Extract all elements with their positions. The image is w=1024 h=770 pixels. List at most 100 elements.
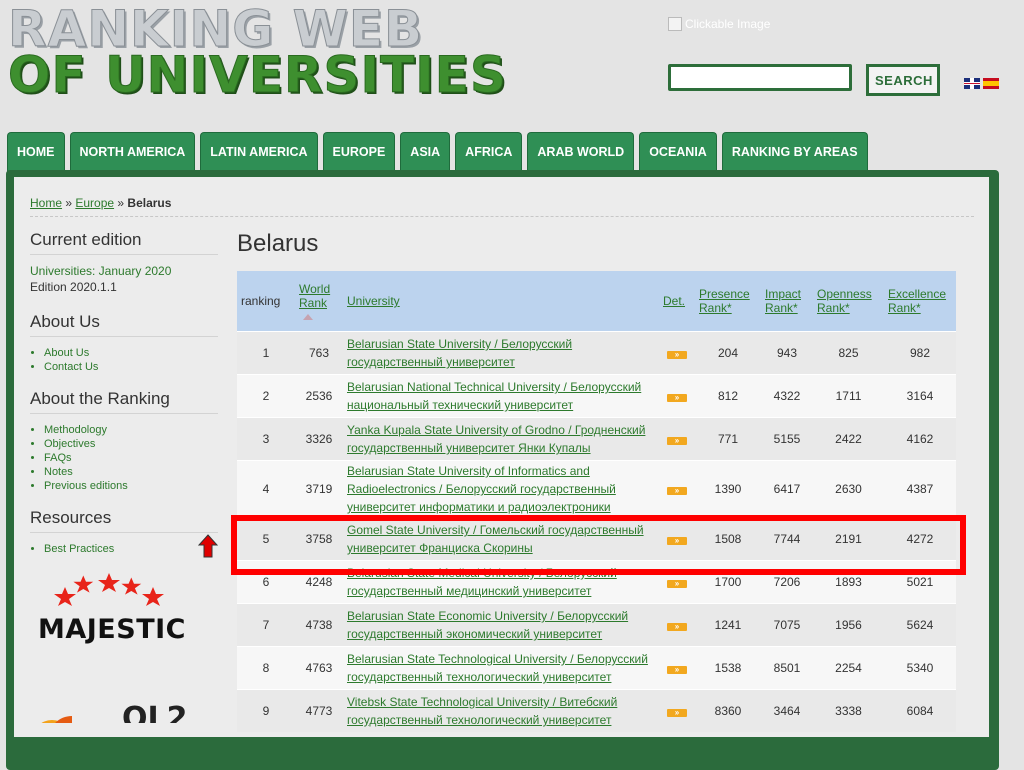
cell-presence: 1508 — [695, 517, 761, 561]
col-openness[interactable]: Openness Rank* — [813, 271, 884, 332]
cell-excellence: 4387 — [884, 460, 956, 518]
search-button[interactable]: SEARCH — [866, 64, 940, 96]
cell-presence: 1390 — [695, 460, 761, 518]
details-icon[interactable]: » — [667, 437, 687, 445]
details-icon[interactable]: » — [667, 709, 687, 717]
sidebar-link-objectives[interactable]: Objectives — [44, 438, 95, 450]
sidebar-link-methodology[interactable]: Methodology — [44, 424, 107, 436]
cell-university: Belarusian State University / Белорусски… — [343, 331, 659, 375]
details-icon[interactable]: » — [667, 394, 687, 402]
university-link[interactable]: Vitebsk State Technological University /… — [347, 695, 617, 727]
university-link[interactable]: Belarusian State Economic University / Б… — [347, 609, 628, 641]
cell-ranking: 5 — [237, 517, 295, 561]
cell-impact: 943 — [761, 331, 813, 375]
search-input[interactable] — [668, 64, 852, 91]
cell-openness: 1956 — [813, 603, 884, 647]
breadcrumb-home-link[interactable]: Home — [30, 196, 62, 210]
sidebar-link-notes[interactable]: Notes — [44, 466, 73, 478]
col-openness-link[interactable]: Openness Rank* — [817, 287, 872, 315]
sidebar-heading-about-us: About Us — [30, 312, 218, 337]
details-icon[interactable]: » — [667, 487, 687, 495]
breadcrumb-separator: » — [114, 196, 128, 210]
col-university[interactable]: University — [343, 271, 659, 332]
table-row: 9 4773 Vitebsk State Technological Unive… — [237, 689, 956, 732]
cell-excellence: 982 — [884, 331, 956, 375]
list-item: Contact Us — [44, 361, 218, 373]
table-row-highlighted: 5 3758 Gomel State University / Гомельск… — [237, 517, 956, 561]
cell-det: » — [659, 417, 695, 461]
details-icon[interactable]: » — [667, 666, 687, 674]
col-ranking-label: ranking — [241, 294, 281, 308]
details-icon[interactable]: » — [667, 351, 687, 359]
cell-impact: 6417 — [761, 460, 813, 518]
col-det-link[interactable]: Det. — [663, 294, 685, 308]
list-item: Objectives — [44, 438, 218, 450]
sidebar-link-contact-us[interactable]: Contact Us — [44, 361, 98, 373]
sidebar-heading-current-edition: Current edition — [30, 230, 218, 255]
cell-impact: 7075 — [761, 603, 813, 647]
col-ranking: ranking — [237, 271, 295, 332]
table-row: 6 4248 Belarusian State Medical Universi… — [237, 560, 956, 604]
university-link[interactable]: Yanka Kupala State University of Grodno … — [347, 423, 645, 455]
university-link[interactable]: Belarusian State University / Белорусски… — [347, 337, 572, 369]
col-presence[interactable]: Presence Rank* — [695, 271, 761, 332]
ol2-logo[interactable]: OL2 — [30, 700, 190, 723]
sidebar-link-previous-editions[interactable]: Previous editions — [44, 480, 128, 492]
cell-openness: 2630 — [813, 460, 884, 518]
col-excellence-link[interactable]: Excellence Rank* — [888, 287, 946, 315]
english-flag-icon[interactable] — [964, 78, 980, 89]
nav-tab-north-america[interactable]: NORTH AMERICA — [69, 132, 196, 172]
col-university-link[interactable]: University — [347, 294, 400, 308]
clickable-image-link[interactable]: Clickable Image — [668, 17, 770, 31]
cell-university: Vitebsk State Technological University /… — [343, 689, 659, 732]
table-row: 2 2536 Belarusian National Technical Uni… — [237, 374, 956, 418]
nav-tab-africa[interactable]: AFRICA — [455, 132, 523, 172]
cell-presence: 1700 — [695, 560, 761, 604]
col-world-rank[interactable]: World Rank — [295, 271, 343, 332]
nav-tab-arab-world[interactable]: ARAB WORLD — [527, 132, 635, 172]
col-world-rank-link[interactable]: World Rank — [299, 282, 330, 310]
university-link[interactable]: Belarusian State Technological Universit… — [347, 652, 648, 684]
cell-openness: 2191 — [813, 517, 884, 561]
nav-tab-home[interactable]: HOME — [7, 132, 65, 172]
table-row: 8 4763 Belarusian State Technological Un… — [237, 646, 956, 690]
breadcrumb-europe-link[interactable]: Europe — [75, 196, 114, 210]
cell-ranking: 4 — [237, 460, 295, 518]
page-title: Belarus — [237, 230, 319, 257]
nav-tab-latin-america[interactable]: LATIN AMERICA — [200, 132, 318, 172]
details-icon[interactable]: » — [667, 623, 687, 631]
cell-presence: 204 — [695, 331, 761, 375]
sidebar-link-faqs[interactable]: FAQs — [44, 452, 72, 464]
scroll-to-top-arrow-icon[interactable] — [198, 534, 218, 558]
sidebar-list-about-ranking: Methodology Objectives FAQs Notes Previo… — [30, 424, 218, 492]
col-excellence[interactable]: Excellence Rank* — [884, 271, 956, 332]
nav-tab-ranking-by-areas[interactable]: RANKING BY AREAS — [721, 132, 868, 172]
col-det[interactable]: Det. — [659, 271, 695, 332]
university-link[interactable]: Belarusian State Medical University / Бе… — [347, 566, 617, 598]
sidebar-link-about-us[interactable]: About Us — [44, 347, 89, 359]
spanish-flag-icon[interactable] — [983, 78, 999, 89]
details-icon[interactable]: » — [667, 580, 687, 588]
cell-ranking: 2 — [237, 374, 295, 418]
sidebar-link-best-practices[interactable]: Best Practices — [44, 543, 114, 555]
cell-det: » — [659, 646, 695, 690]
cell-presence: 1538 — [695, 646, 761, 690]
cell-world-rank: 4763 — [295, 646, 343, 690]
university-link[interactable]: Belarusian State University of Informati… — [347, 464, 616, 514]
nav-tab-oceania[interactable]: OCEANIA — [639, 132, 717, 172]
col-impact-link[interactable]: Impact Rank* — [765, 287, 801, 315]
university-link[interactable]: Gomel State University / Гомельский госу… — [347, 523, 644, 555]
cell-university: Belarusian State Medical University / Бе… — [343, 560, 659, 604]
col-presence-link[interactable]: Presence Rank* — [699, 287, 750, 315]
site-logo[interactable]: RANKING WEB OF UNIVERSITIES — [8, 4, 507, 101]
university-link[interactable]: Belarusian National Technical University… — [347, 380, 641, 412]
cell-det: » — [659, 331, 695, 375]
list-item: Best Practices — [44, 543, 218, 555]
cell-ranking: 9 — [237, 689, 295, 732]
nav-tab-europe[interactable]: EUROPE — [322, 132, 396, 172]
col-impact[interactable]: Impact Rank* — [761, 271, 813, 332]
nav-tab-asia[interactable]: ASIA — [400, 132, 451, 172]
cell-excellence: 4272 — [884, 517, 956, 561]
cell-openness: 1893 — [813, 560, 884, 604]
details-icon[interactable]: » — [667, 537, 687, 545]
